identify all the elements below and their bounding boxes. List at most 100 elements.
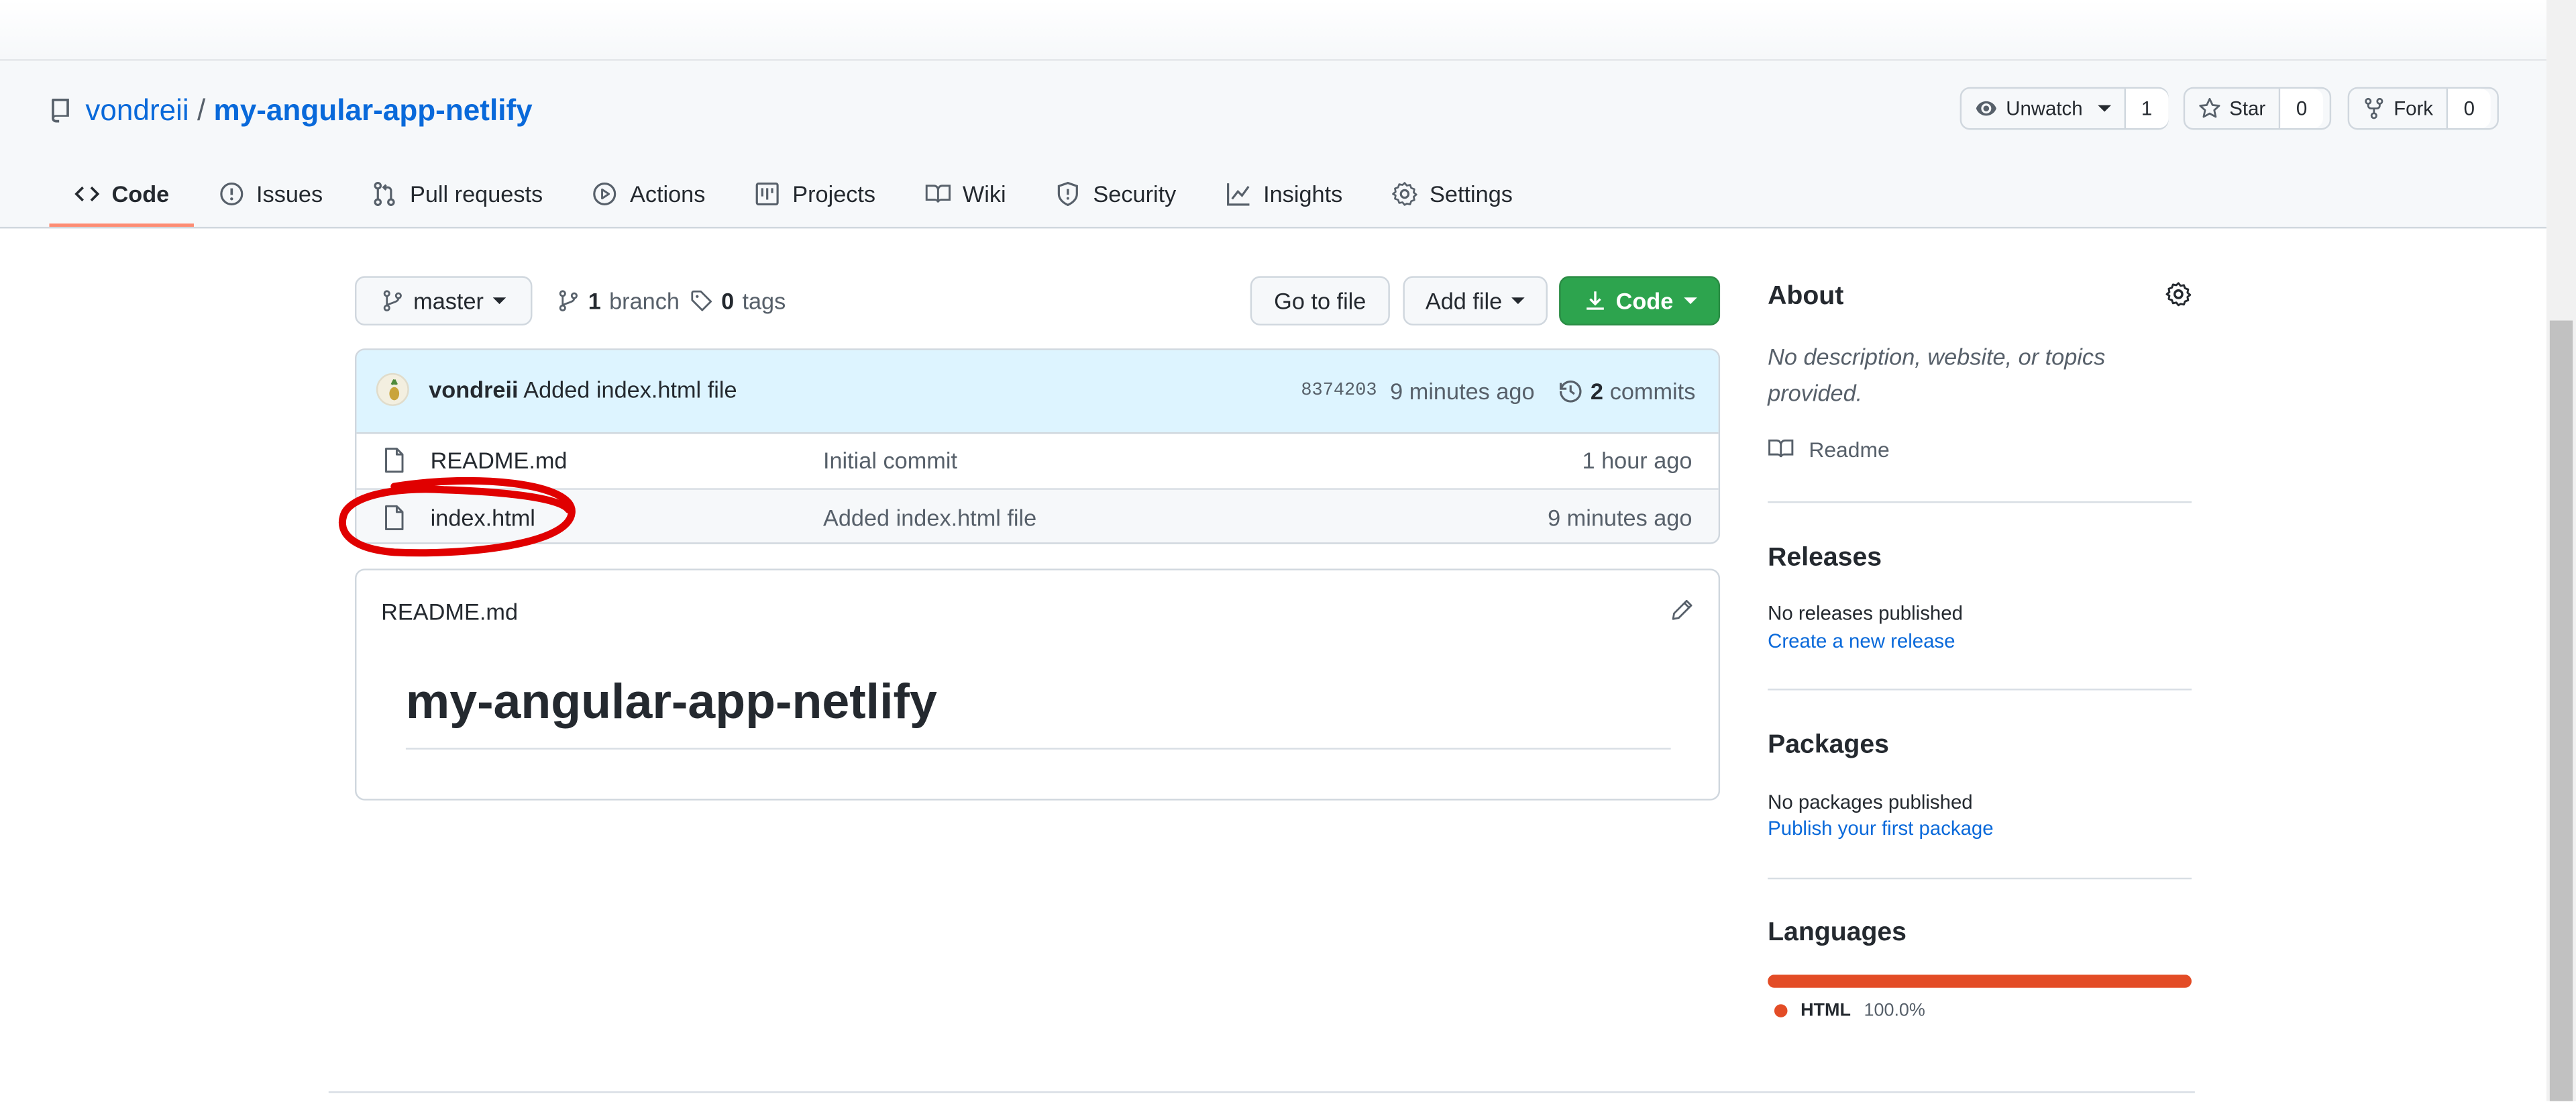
add-file-button[interactable]: Add file: [1403, 276, 1548, 325]
tab-label: Insights: [1263, 181, 1343, 207]
go-to-file-button[interactable]: Go to file: [1250, 276, 1390, 325]
fork-label: Fork: [2394, 97, 2433, 120]
star-button-group: Star 0: [2183, 87, 2332, 130]
file-commit-message-link[interactable]: Initial commit: [823, 447, 957, 473]
tag-count: 0: [721, 287, 735, 314]
tab-security[interactable]: Security: [1030, 164, 1201, 223]
history-icon: [1560, 381, 1582, 403]
unwatch-label: Unwatch: [2006, 97, 2083, 120]
chevron-down-icon: [2097, 105, 2111, 112]
repo-title-separator: /: [197, 93, 206, 126]
tab-label: Actions: [629, 181, 706, 207]
branch-selector-button[interactable]: master: [354, 276, 533, 325]
top-header-strip: [0, 0, 2546, 61]
divider: [1768, 689, 2192, 691]
commit-meta: 8374203 9 minutes ago 2 commits: [1301, 374, 1695, 407]
tab-label: Projects: [792, 181, 876, 207]
publish-package-link[interactable]: Publish your first package: [1768, 817, 1994, 840]
readme-sidebar-link[interactable]: Readme: [1768, 436, 1890, 462]
readme-link-label: Readme: [1809, 436, 1890, 461]
divider: [1768, 501, 2192, 503]
about-heading: About: [1768, 283, 1844, 311]
commit-message-link[interactable]: Added index.html file: [523, 377, 737, 403]
languages-heading: Languages: [1768, 918, 1907, 947]
code-download-button[interactable]: Code: [1559, 276, 1721, 325]
tab-projects[interactable]: Projects: [730, 164, 900, 223]
red-circle-annotation: [339, 477, 576, 557]
code-icon: [74, 186, 100, 202]
graph-icon: [1226, 183, 1250, 206]
code-button-label: Code: [1615, 287, 1674, 314]
tab-wiki[interactable]: Wiki: [900, 164, 1031, 223]
tab-issues[interactable]: Issues: [194, 164, 347, 223]
branch-name: master: [413, 287, 484, 314]
pencil-icon[interactable]: [1671, 598, 1694, 621]
avatar[interactable]: [376, 372, 409, 406]
github-repo-page: vondreii / my-angular-app-netlify Unwatc…: [0, 0, 2576, 1101]
packages-text: No packages published: [1768, 790, 1973, 814]
packages-heading[interactable]: Packages: [1768, 732, 1889, 761]
watch-button-group: Unwatch 1: [1960, 87, 2169, 130]
page-scrollbar-thumb[interactable]: [2549, 320, 2573, 1101]
gear-icon: [1392, 182, 1418, 206]
tab-actions[interactable]: Actions: [568, 164, 730, 223]
tab-pull-requests[interactable]: Pull requests: [347, 164, 568, 223]
file-commit-message-link[interactable]: Added index.html file: [823, 505, 1036, 531]
project-icon: [756, 182, 780, 206]
tab-label: Wiki: [962, 181, 1006, 207]
tag-count-label: tags: [742, 287, 786, 314]
language-item-html[interactable]: HTML 100.0%: [1774, 1001, 1925, 1021]
repo-title: vondreii / my-angular-app-netlify: [49, 91, 533, 130]
chevron-down-icon: [1511, 297, 1525, 305]
add-file-label: Add file: [1425, 287, 1503, 314]
unwatch-button[interactable]: Unwatch: [1962, 89, 2126, 129]
star-icon: [2199, 97, 2220, 118]
readme-panel: README.md my-angular-app-netlify: [354, 568, 1721, 801]
star-count[interactable]: 0: [2280, 89, 2323, 129]
chevron-down-icon: [1683, 297, 1697, 305]
shield-icon: [1058, 181, 1079, 207]
watch-count[interactable]: 1: [2125, 89, 2168, 129]
star-button[interactable]: Star: [2185, 89, 2281, 129]
tags-link[interactable]: 0 tags: [690, 285, 786, 317]
tab-label: Issues: [256, 181, 323, 207]
language-bar: [1768, 974, 2192, 988]
branch-icon: [382, 290, 401, 311]
issue-icon: [220, 182, 244, 206]
download-icon: [1585, 291, 1603, 310]
pull-request-icon: [374, 181, 396, 206]
tab-settings[interactable]: Settings: [1367, 164, 1538, 223]
tab-label: Pull requests: [409, 181, 543, 207]
repo-icon: [52, 98, 69, 123]
language-name: HTML: [1801, 1001, 1851, 1021]
commit-sha-link[interactable]: 8374203: [1301, 381, 1377, 401]
branch-icon: [559, 290, 578, 311]
fork-button-group: Fork 0: [2347, 87, 2499, 130]
branch-count: 1: [588, 287, 601, 314]
fork-count[interactable]: 0: [2448, 89, 2491, 129]
language-color-dot: [1774, 1004, 1788, 1017]
go-to-file-label: Go to file: [1274, 287, 1366, 314]
commit-time: 9 minutes ago: [1390, 378, 1535, 405]
tab-insights[interactable]: Insights: [1201, 164, 1367, 223]
gear-icon[interactable]: [2165, 281, 2192, 307]
file-icon: [385, 448, 404, 473]
releases-heading[interactable]: Releases: [1768, 544, 1882, 574]
create-release-link[interactable]: Create a new release: [1768, 630, 1955, 652]
footer-divider: [328, 1091, 2195, 1093]
repo-name-link[interactable]: my-angular-app-netlify: [214, 93, 533, 127]
fork-button[interactable]: Fork: [2349, 89, 2449, 129]
repo-nav-tabs: Code Issues Pull requests Actions Projec…: [49, 164, 1537, 227]
tab-label: Code: [111, 181, 170, 207]
readme-filename: README.md: [381, 598, 519, 625]
commit-summary: vondreii Added index.html file: [429, 377, 737, 403]
language-bar-segment-html: [1768, 974, 2192, 988]
tab-code[interactable]: Code: [49, 164, 194, 227]
eye-icon: [1976, 101, 1996, 116]
file-age: 9 minutes ago: [1548, 504, 1693, 532]
commits-history-link[interactable]: 2 commits: [1558, 378, 1695, 404]
file-name-link[interactable]: README.md: [431, 447, 568, 473]
repo-owner-link[interactable]: vondreii: [85, 93, 189, 127]
commit-author-link[interactable]: vondreii: [429, 377, 518, 403]
branches-link[interactable]: 1 branch: [557, 285, 680, 317]
